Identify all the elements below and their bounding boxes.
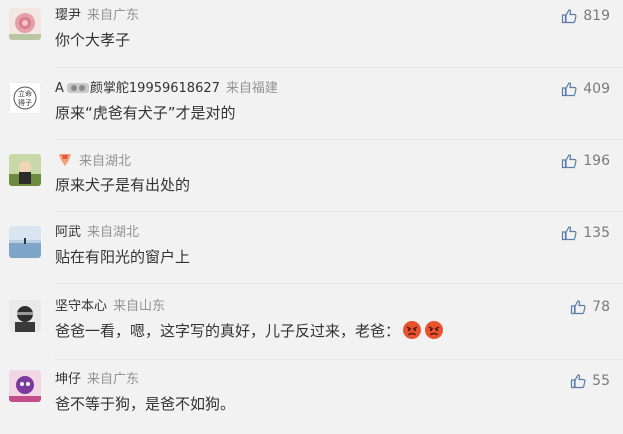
comment-text: 爸爸一看，嗯，这字写的真好，儿子反过来，老爸： — [55, 320, 444, 341]
location: 来自广东 — [87, 372, 140, 387]
comment-item: 璎尹 来自广东 你个大孝子 819 — [0, 0, 623, 72]
avatar[interactable]: 立命 得子 — [9, 82, 41, 114]
like-count: 409 — [583, 81, 610, 97]
like-button[interactable]: 78 — [570, 297, 610, 317]
divider — [55, 67, 623, 68]
username[interactable] — [55, 154, 73, 169]
comment-item: 立命 得子 A 颜掌舵19959618627 来自福建 原来“虎爸有犬子”才是对的 … — [0, 72, 623, 144]
like-count: 196 — [583, 153, 610, 169]
svg-text:得子: 得子 — [18, 98, 32, 107]
like-button[interactable]: 135 — [561, 223, 610, 243]
location: 来自福建 — [225, 81, 278, 96]
comment-item: 坚守本心 来自山东 爸爸一看，嗯，这字写的真好，儿子反过来，老爸： 78 — [0, 288, 623, 360]
thumbs-up-icon — [571, 300, 586, 315]
location: 来自广东 — [87, 8, 140, 23]
thumbs-up-icon — [562, 226, 577, 241]
thumbs-up-icon — [562, 82, 577, 97]
like-button[interactable]: 409 — [561, 79, 610, 99]
comment-meta: 坚守本心 来自山东 — [55, 298, 165, 316]
comment-text: 你个大孝子 — [55, 31, 131, 49]
avatar[interactable] — [9, 226, 41, 258]
avatar[interactable] — [9, 300, 41, 332]
like-count: 135 — [583, 225, 610, 241]
vip-badge-icon — [66, 83, 89, 93]
thumbs-up-icon — [562, 9, 577, 24]
comment-item: 来自湖北 原来犬子是有出处的 196 — [0, 144, 623, 216]
like-button[interactable]: 55 — [570, 371, 610, 391]
thumbs-up-icon — [562, 154, 577, 169]
comment-meta: 来自湖北 — [55, 152, 131, 170]
divider — [55, 359, 623, 360]
comment-text: 贴在有阳光的窗户上 — [55, 248, 191, 266]
medal-icon — [59, 154, 71, 166]
like-button[interactable]: 196 — [561, 151, 610, 171]
username[interactable]: 坚守本心 — [55, 299, 107, 314]
comment-text: 爸不等于狗，是爸不如狗。 — [55, 395, 236, 413]
like-button[interactable]: 819 — [561, 6, 610, 26]
comment-meta: 阿武 来自湖北 — [55, 224, 139, 242]
location: 来自山东 — [113, 299, 166, 314]
comment-meta: 璎尹 来自广东 — [55, 7, 139, 25]
like-count: 55 — [592, 373, 610, 389]
comment-text: 原来“虎爸有犬子”才是对的 — [55, 104, 236, 122]
comment-meta: 坤仔 来自广东 — [55, 371, 139, 389]
comment-meta: A 颜掌舵19959618627 来自福建 — [55, 80, 278, 98]
username[interactable]: A 颜掌舵19959618627 — [55, 81, 220, 96]
username[interactable]: 阿武 — [55, 225, 81, 240]
avatar[interactable] — [9, 370, 41, 402]
svg-text:立命: 立命 — [18, 89, 32, 98]
divider — [55, 211, 623, 212]
like-count: 78 — [592, 299, 610, 315]
comment-item: 阿武 来自湖北 贴在有阳光的窗户上 135 — [0, 216, 623, 288]
comment-text: 原来犬子是有出处的 — [55, 176, 191, 194]
thumbs-up-icon — [571, 374, 586, 389]
comment-item: 坤仔 来自广东 爸不等于狗，是爸不如狗。 55 — [0, 362, 623, 434]
username[interactable]: 璎尹 — [55, 8, 81, 23]
like-count: 819 — [583, 8, 610, 24]
location: 来自湖北 — [79, 154, 132, 169]
username[interactable]: 坤仔 — [55, 372, 81, 387]
avatar[interactable] — [9, 8, 41, 40]
comment-list: 璎尹 来自广东 你个大孝子 819 立命 得子 A 颜掌舵19959618627 来自… — [0, 0, 623, 416]
location: 来自湖北 — [87, 225, 140, 240]
avatar[interactable] — [9, 154, 41, 186]
divider — [55, 283, 623, 284]
divider — [55, 139, 623, 140]
angry-face-icon — [425, 321, 444, 339]
angry-face-icon — [403, 321, 422, 339]
